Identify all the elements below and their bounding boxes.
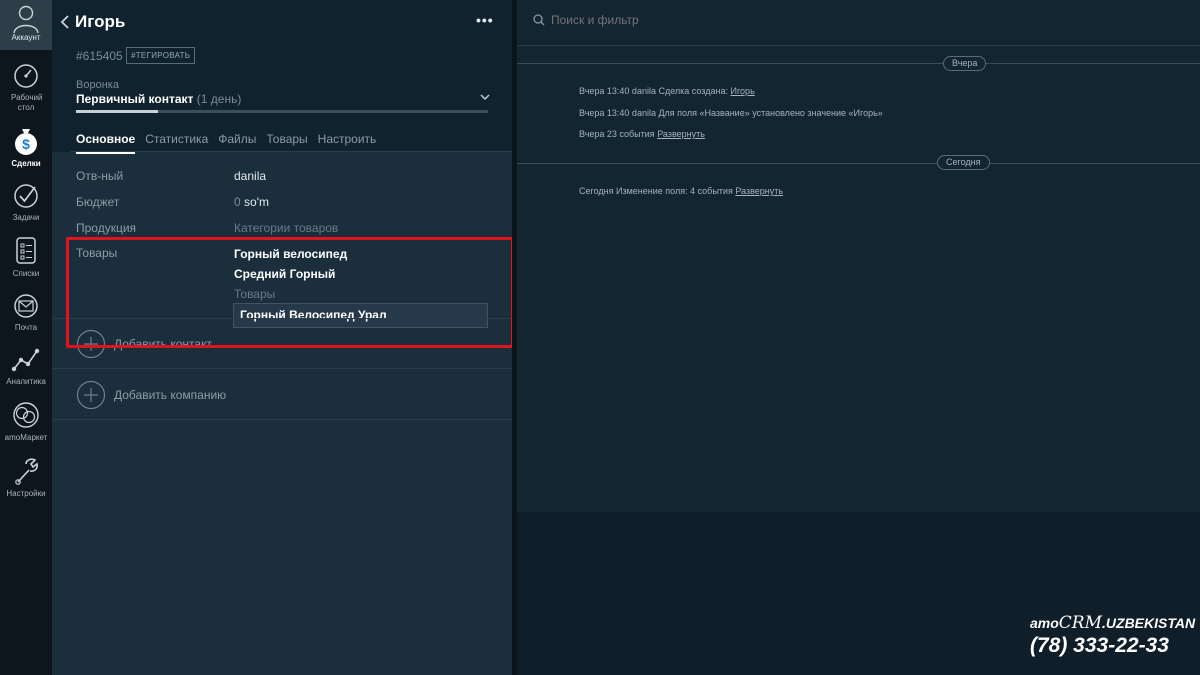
brand-watermark: amoCRM.UZBEKISTAN (78) 333-22-33: [1030, 613, 1196, 658]
feed-event: Сегодня Изменение поля: 4 события Развер…: [579, 186, 783, 196]
nav-item-label: Рабочий стол: [11, 93, 43, 112]
expand-link[interactable]: Развернуть: [657, 129, 705, 139]
feed-event-text: Вчера 23 события: [579, 129, 655, 139]
nav-account[interactable]: Аккаунт: [0, 0, 52, 50]
search-icon: [533, 14, 545, 26]
expand-link[interactable]: Развернуть: [735, 186, 783, 196]
user-avatar-icon: [13, 5, 39, 33]
feed-event: Вчера 13:40 danila Для поля «Название» у…: [579, 108, 883, 118]
brand-phone: (78) 333-22-33: [1030, 634, 1169, 657]
card-tabs: Основное Статистика Файлы Товары Настроить: [76, 130, 386, 154]
budget-field[interactable]: 0 so'm: [234, 195, 269, 209]
activity-feed: Вчера Вчера 13:40 danila Сделка создана:…: [517, 0, 1200, 512]
nav-item-label: Сделки: [11, 159, 41, 168]
nav-item-label: Настройки: [6, 489, 46, 498]
brand-suffix: .UZBEKISTAN: [1102, 615, 1196, 631]
section-divider: [52, 419, 512, 420]
tabs-divider: [70, 151, 512, 152]
nav-item-tasks[interactable]: Задачи: [0, 182, 52, 223]
date-pill-yesterday: Вчера: [943, 56, 987, 71]
budget-amount: 0: [234, 195, 241, 209]
funnel-progress-bar: [76, 110, 488, 113]
list-icon: [16, 237, 36, 264]
deal-card-header: Игорь ••• #615405 #ТЕГИРОВАТЬ Воронка Пе…: [52, 0, 512, 154]
date-pill-today: Сегодня: [937, 155, 990, 170]
funnel-progress-fill: [76, 110, 159, 113]
responsible-value[interactable]: danila: [234, 169, 266, 183]
brand-crm: CRM: [1058, 613, 1103, 633]
more-menu-button[interactable]: •••: [476, 12, 494, 28]
brand-name: amoCRM.UZBEKISTAN: [1030, 613, 1196, 633]
nav-item-lists[interactable]: Списки: [0, 236, 52, 279]
nav-item-label: Задачи: [12, 213, 40, 222]
funnel-label: Воронка: [76, 79, 119, 91]
funnel-stage-select[interactable]: Первичный контакт (1 день): [76, 92, 241, 106]
wrench-icon: [15, 458, 38, 485]
nav-item-label: amoМаркет: [4, 433, 48, 442]
chart-line-icon: [11, 348, 40, 372]
deal-id: #615405: [76, 49, 123, 63]
funnel-days: (1 день): [196, 92, 242, 106]
plus-circle-icon: [76, 380, 106, 410]
nav-item-analytics[interactable]: Аналитика: [0, 346, 52, 387]
feed-event: Вчера 13:40 danila Сделка создана: Игорь: [579, 86, 755, 96]
feed-event-link[interactable]: Игорь: [731, 86, 755, 96]
products-label: Продукция: [76, 221, 137, 235]
feed-event-text: Сегодня Изменение поля: 4 события: [579, 186, 733, 196]
budget-currency: so'm: [244, 195, 269, 209]
feed-event-text: Вчера 13:40 danila Для поля «Название» у…: [579, 108, 883, 118]
deal-card: Игорь ••• #615405 #ТЕГИРОВАТЬ Воронка Пе…: [52, 0, 514, 675]
budget-label: Бюджет: [76, 195, 120, 209]
left-nav: Аккаунт Рабочий стол $ Сделки Задачи Спи…: [0, 0, 52, 675]
svg-text:$: $: [22, 136, 30, 152]
checkmark-icon: [14, 184, 38, 208]
chevron-down-icon[interactable]: [480, 92, 490, 102]
brand-prefix: amo: [1030, 615, 1059, 631]
nav-item-settings[interactable]: Настройки: [0, 456, 52, 499]
nav-item-label: Списки: [12, 269, 40, 278]
nav-item-label: Аналитика: [6, 377, 46, 386]
section-divider: [52, 368, 512, 369]
feed-header-divider: [517, 45, 1200, 46]
feed-event: Вчера 23 события Развернуть: [579, 129, 705, 139]
back-chevron-icon[interactable]: [59, 14, 71, 30]
feed-event-text: Вчера 13:40 danila Сделка создана:: [579, 86, 728, 96]
add-company-label: Добавить компанию: [114, 388, 227, 402]
deal-title[interactable]: Игорь: [75, 12, 125, 32]
nav-item-dashboard[interactable]: Рабочий стол: [0, 62, 52, 113]
money-bag-icon: $: [15, 129, 37, 155]
highlight-frame: [66, 237, 514, 348]
nav-item-label: Почта: [14, 323, 38, 332]
nav-account-label: Аккаунт: [11, 33, 41, 42]
responsible-label: Отв-ный: [76, 169, 124, 183]
date-divider: [517, 63, 1200, 64]
market-icon: [13, 402, 39, 428]
search-filter-input[interactable]: [551, 13, 851, 27]
nav-item-mail[interactable]: Почта: [0, 292, 52, 333]
date-divider: [517, 163, 1200, 164]
envelope-icon: [14, 294, 38, 318]
nav-item-market[interactable]: amoМаркет: [0, 400, 52, 443]
products-category-field[interactable]: Категории товаров: [234, 221, 338, 235]
tag-button[interactable]: #ТЕГИРОВАТЬ: [126, 47, 196, 64]
funnel-stage-name: Первичный контакт: [76, 92, 194, 106]
speedometer-icon: [14, 64, 38, 88]
nav-item-deals[interactable]: $ Сделки: [0, 126, 52, 169]
